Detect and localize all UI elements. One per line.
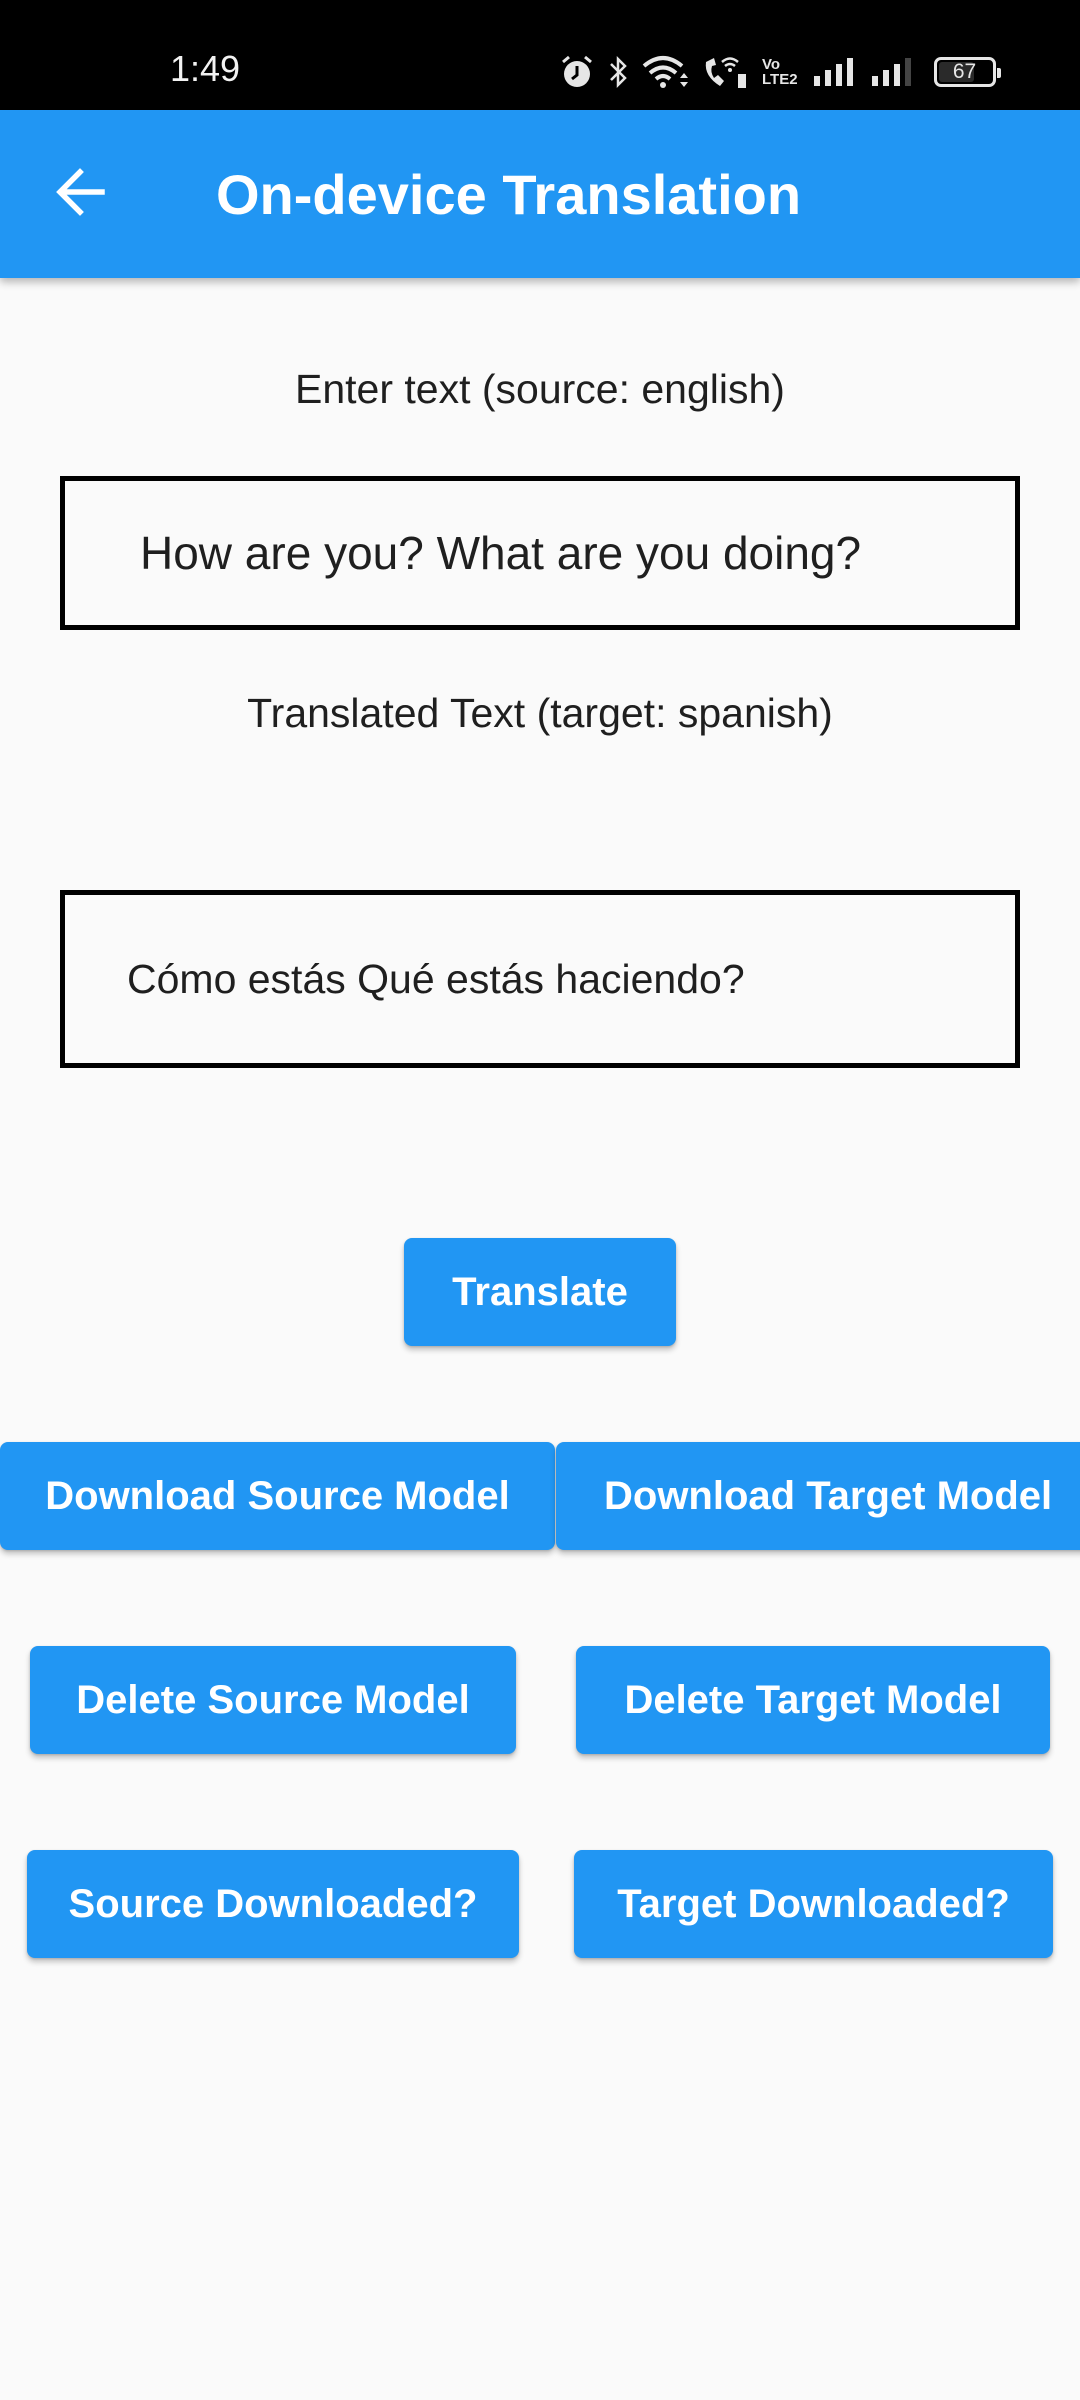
volte-2-icon: Vo LTE2 xyxy=(762,57,798,87)
status-time: 1:49 xyxy=(170,48,241,89)
source-downloaded-label: Source Downloaded? xyxy=(68,1881,478,1926)
source-text-value: How are you? What are you doing? xyxy=(140,527,862,579)
status-icons: Vo LTE2 67 xyxy=(560,50,1001,94)
target-downloaded-label: Target Downloaded? xyxy=(617,1881,1010,1926)
status-bar: 1:49 Vo LTE2 67 xyxy=(0,0,1080,110)
target-downloaded-button[interactable]: Target Downloaded? xyxy=(574,1850,1053,1958)
volte-top-label: Vo xyxy=(762,56,781,73)
translate-button-label: Translate xyxy=(452,1269,628,1314)
wifi-calling-icon xyxy=(702,54,748,90)
download-source-model-label: Download Source Model xyxy=(45,1473,510,1518)
delete-source-model-label: Delete Source Model xyxy=(76,1677,470,1722)
delete-target-model-label: Delete Target Model xyxy=(624,1677,1002,1722)
bluetooth-icon xyxy=(608,54,628,90)
source-downloaded-button[interactable]: Source Downloaded? xyxy=(27,1850,519,1958)
source-text-input[interactable]: How are you? What are you doing? xyxy=(60,476,1020,630)
download-target-model-label: Download Target Model xyxy=(604,1473,1053,1518)
signal-sim2-icon xyxy=(870,56,914,88)
battery-level: 67 xyxy=(952,60,977,83)
translated-text-value: Cómo estás Qué estás haciendo? xyxy=(127,955,745,1002)
download-source-model-button[interactable]: Download Source Model xyxy=(0,1442,555,1550)
app-bar: On-device Translation xyxy=(0,110,1080,278)
source-label: Enter text (source: english) xyxy=(295,366,785,412)
page-title: On-device Translation xyxy=(216,163,802,226)
translated-text-box: Cómo estás Qué estás haciendo? xyxy=(60,890,1020,1068)
wifi-icon xyxy=(642,54,688,90)
target-label: Translated Text (target: spanish) xyxy=(247,690,833,736)
translate-button[interactable]: Translate xyxy=(404,1238,676,1346)
alarm-icon xyxy=(560,54,594,90)
battery-icon: 67 xyxy=(933,57,1001,87)
volte-bottom-label: LTE2 xyxy=(762,71,798,88)
download-target-model-button[interactable]: Download Target Model xyxy=(556,1442,1080,1550)
delete-target-model-button[interactable]: Delete Target Model xyxy=(576,1646,1050,1754)
signal-sim1-icon xyxy=(812,56,856,88)
delete-source-model-button[interactable]: Delete Source Model xyxy=(30,1646,516,1754)
back-button[interactable] xyxy=(40,154,120,234)
arrow-back-icon xyxy=(54,166,106,223)
